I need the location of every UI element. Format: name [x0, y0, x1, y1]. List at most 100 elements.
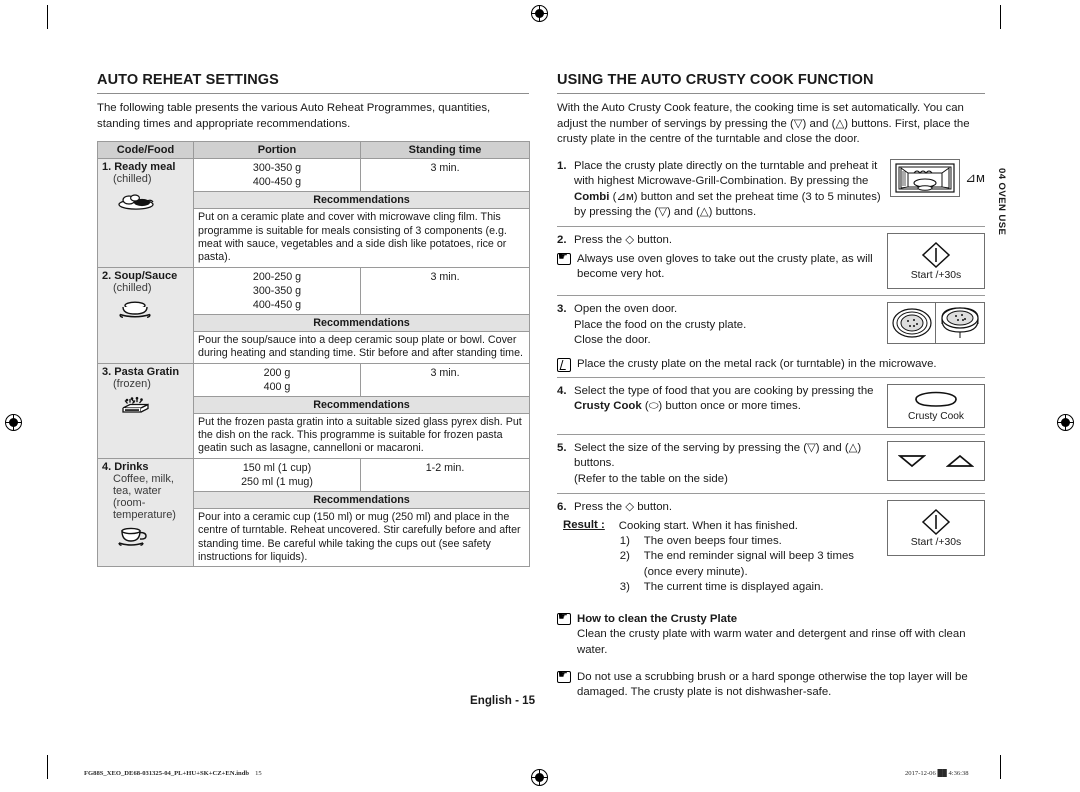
crop-mark-top-left [47, 5, 48, 29]
column-header-standing-time: Standing time [360, 141, 530, 160]
list-item: The current time is displayed again. [620, 580, 824, 596]
page-number-label: English - 15 [470, 694, 536, 707]
crop-mark-bottom-left [47, 755, 48, 779]
step-3: 3. Open the oven door. Place the food on … [557, 295, 985, 354]
recommendations-header: Recommendations [193, 490, 530, 509]
portion-soup-sauce: 200-250 g 300-350 g 400-450 g [193, 266, 361, 315]
step-4-text: Select the type of food that you are coo… [574, 384, 879, 415]
start-diamond-icon [921, 509, 951, 536]
start-diamond-icon [921, 242, 951, 269]
right-column: USING THE AUTO CRUSTY COOK FUNCTION With… [557, 72, 985, 701]
arrow-up-icon [946, 454, 974, 467]
column-header-portion: Portion [193, 141, 361, 160]
table-row: 4. Drinks Coffee, milk, tea, water (room… [97, 457, 530, 568]
standing-drinks: 1-2 min. [360, 457, 530, 492]
hand-pointer-icon [557, 250, 571, 265]
table-row: 1. Ready meal (chilled) 300-350 g 400-450… [97, 158, 530, 268]
crop-mark-top-right [1000, 5, 1001, 29]
crusty-cook-intro: With the Auto Crusty Cook feature, the c… [557, 102, 970, 146]
food-name: 1. Ready meal [102, 161, 176, 174]
step-text-after: (⬭) button once or more times. [641, 400, 801, 413]
standing-pasta-gratin: 3 min. [360, 362, 530, 397]
table-row: 3. Pasta Gratin (frozen) 200 g 400 g 3 m… [97, 362, 530, 459]
step-2-note: Always use oven gloves to take out the c… [557, 250, 879, 283]
microwave-oven-icon [895, 163, 955, 193]
left-column: AUTO REHEAT SETTINGS The following table… [97, 72, 530, 568]
figure-step-3 [887, 302, 985, 345]
manual-page: AUTO REHEAT SETTINGS The following table… [0, 0, 1080, 792]
print-footer-timestamp: 2017-12-06 ██ 4:36:38 [905, 770, 969, 777]
food-sub: (chilled) [113, 281, 152, 294]
portion-drinks: 150 ml (1 cup) 250 ml (1 mug) [193, 457, 361, 492]
portion-ready-meal: 300-350 g 400-450 g [193, 158, 361, 193]
step-number: 3. [557, 303, 567, 316]
pasta-gratin-icon [116, 395, 189, 422]
step-6-text: Press the ◇ button. [574, 501, 673, 514]
step-text-before: Select the type of food that you are coo… [574, 385, 874, 398]
step-1: 1. Place the crusty plate directly on th… [557, 157, 985, 227]
step-number: 6. [557, 501, 567, 514]
food-name: 2. Soup/Sauce [102, 269, 178, 282]
recommendation-pasta-gratin: Put the frozen pasta gratin into a suita… [193, 412, 530, 459]
step-3-note: Place the crusty plate on the metal rack… [557, 357, 985, 372]
note-pencil-icon [557, 357, 571, 372]
food-cell-pasta-gratin: 3. Pasta Gratin (frozen) [97, 362, 194, 459]
print-footer-date: 2017-12-06 [905, 770, 936, 777]
step-6: 6. Press the ◇ button. Result : Cooking … [557, 493, 985, 601]
step-text-after: (⊿ᴍ) button and set the preheat time (3 … [574, 190, 881, 218]
cleaning-note-1-text: Clean the crusty plate with warm water a… [577, 628, 966, 656]
table-row: 2. Soup/Sauce (chilled) 200-250 g 300-350… [97, 266, 530, 364]
portion-pasta-gratin: 200 g 400 g [193, 362, 361, 397]
crusty-cook-plate-icon [915, 391, 957, 407]
step-number: 1. [557, 159, 567, 172]
crop-mark-bottom-right [1000, 755, 1001, 779]
list-item: The end reminder signal will beep 3 time… [620, 549, 854, 578]
figure-step-6: Start /+30s [887, 500, 985, 557]
combi-symbol-icon: ⊿ᴍ [965, 169, 985, 185]
crusty-plate-top-view [887, 302, 936, 345]
result-intro: Cooking start. When it has finished. [618, 519, 798, 532]
cleaning-note-1-title: How to clean the Crusty Plate [577, 612, 738, 625]
food-sub: (frozen) [113, 377, 151, 390]
recommendation-drinks: Pour into a ceramic cup (150 ml) or mug … [193, 507, 530, 568]
standing-soup-sauce: 3 min. [360, 266, 530, 315]
step-5-text: Select the size of the serving by pressi… [574, 442, 862, 485]
result-item-list: The oven beeps four times. The end remin… [619, 534, 879, 596]
registration-mark-top [531, 5, 548, 22]
hand-pointer-icon [557, 668, 571, 683]
recommendation-ready-meal: Put on a ceramic plate and cover with mi… [193, 208, 530, 268]
step-4: 4. Select the type of food that you are … [557, 377, 985, 434]
page-title-auto-reheat: AUTO REHEAT SETTINGS [97, 72, 529, 94]
step-5: 5. Select the size of the serving by pre… [557, 434, 985, 493]
crusty-plate-angled-view [936, 302, 985, 345]
recommendations-header: Recommendations [193, 191, 530, 210]
print-footer-pagenum: 15 [255, 770, 262, 777]
result-label: Result : [563, 518, 605, 531]
step-2-text: Press the ◇ button. [574, 234, 673, 247]
standing-ready-meal: 3 min. [360, 158, 530, 193]
food-name: 3. Pasta Gratin [102, 365, 180, 378]
page-title-crusty-cook: USING THE AUTO CRUSTY COOK FUNCTION [557, 72, 985, 94]
registration-mark-right [1057, 414, 1074, 431]
print-footer-file: FG88S_XEO_DE68-031325-04_PL+HU+SK+CZ+EN.… [84, 770, 262, 777]
step-3-text: Open the oven door. Place the food on the… [574, 303, 747, 347]
step-text-before: Place the crusty plate directly on the t… [574, 159, 878, 188]
registration-mark-bottom [531, 769, 548, 786]
hand-pointer-icon [557, 610, 571, 625]
soup-bowl-icon [116, 299, 189, 322]
cleaning-note-2: Do not use a scrubbing brush or a hard s… [557, 668, 985, 701]
recommendations-header: Recommendations [193, 313, 530, 332]
figure-step-4: Crusty Cook [887, 384, 985, 429]
ready-meal-icon [116, 190, 189, 213]
food-name: 4. Drinks [102, 460, 149, 473]
step-number: 2. [557, 234, 567, 247]
recommendations-header: Recommendations [193, 395, 530, 414]
side-tab-chapter: 04 OVEN USE [996, 168, 1007, 236]
print-footer-glyph: ██ [937, 770, 947, 777]
column-header-code-food: Code/Food [97, 141, 194, 160]
step-3-note-text: Place the crusty plate on the metal rack… [577, 357, 937, 370]
food-sub: (chilled) [113, 173, 152, 186]
crusty-cook-caption: Crusty Cook [907, 411, 965, 423]
print-footer-time: 4:36:38 [948, 770, 969, 777]
auto-reheat-table: Code/Food Portion Standing time 1. Ready… [97, 141, 530, 568]
